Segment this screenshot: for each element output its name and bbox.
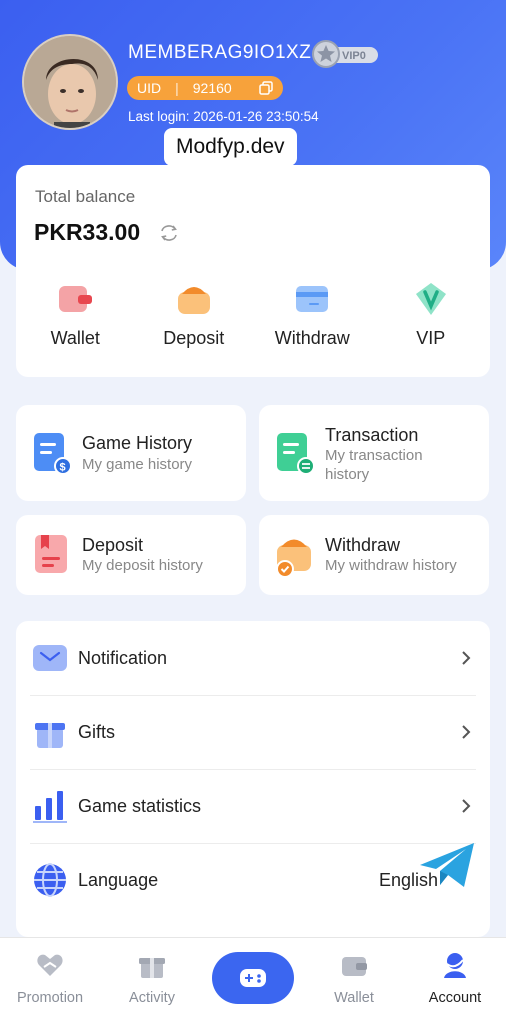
withdraw-history-tile[interactable]: Withdraw My withdraw history: [259, 515, 489, 595]
withdraw-icon: [296, 286, 329, 312]
quick-deposit-button[interactable]: Deposit: [139, 280, 249, 360]
quick-wallet-label: Wallet: [50, 328, 100, 348]
transaction-subtitle-line1: My transaction: [325, 447, 423, 464]
telegram-icon[interactable]: [418, 841, 478, 891]
tab-account[interactable]: Account: [405, 950, 505, 1006]
transaction-tile[interactable]: Transaction My transaction history: [259, 405, 489, 501]
chevron-right-icon: [462, 651, 471, 665]
quick-actions: Wallet Deposit Withdraw VIP: [16, 280, 490, 360]
tab-wallet-label: Wallet: [334, 990, 374, 1006]
uid-pill: UID | 92160: [127, 76, 283, 100]
chevron-right-icon: [462, 799, 471, 813]
tab-wallet[interactable]: Wallet: [304, 950, 404, 1006]
vip-level-badge: VIP0: [312, 40, 380, 68]
notification-label: Notification: [78, 647, 168, 668]
account-icon: [444, 953, 466, 978]
quick-withdraw-button[interactable]: Withdraw: [257, 280, 367, 360]
game-statistics-row[interactable]: Game statistics: [16, 769, 490, 843]
balance-label: Total balance: [35, 187, 136, 206]
wallet-icon: [59, 286, 93, 312]
tab-account-label: Account: [428, 990, 482, 1006]
game-history-tile[interactable]: $ Game History My game history: [16, 405, 246, 501]
quick-withdraw-label: Withdraw: [274, 328, 350, 348]
deposit-icon: [177, 287, 210, 314]
games-center-button[interactable]: [212, 952, 294, 1004]
bottom-tab-bar: Promotion Activity Wallet Account: [0, 937, 506, 1024]
tab-promotion[interactable]: Promotion: [0, 950, 100, 1006]
gifts-label: Gifts: [78, 721, 116, 742]
balance-card: Total balance PKR33.00 Wallet Deposit Wi…: [16, 165, 490, 377]
game-history-title: Game History: [82, 433, 193, 453]
game-history-icon: $: [32, 431, 72, 475]
svg-text:$: $: [60, 462, 66, 474]
withdraw-history-subtitle: My withdraw history: [325, 557, 457, 574]
gift-icon: [139, 958, 165, 978]
deposit-history-tile[interactable]: Deposit My deposit history: [16, 515, 246, 595]
gamepad-icon: [240, 969, 266, 987]
vip-icon: [415, 283, 446, 315]
avatar[interactable]: [22, 34, 118, 130]
deposit-history-title: Deposit: [82, 535, 144, 555]
settings-list: Notification Gifts Game statistics Langu…: [16, 621, 490, 937]
username: MEMBERAG9IO1XZ: [128, 42, 312, 63]
withdraw-history-title: Withdraw: [325, 535, 401, 555]
wallet-icon: [342, 957, 367, 976]
chevron-right-icon: [462, 725, 471, 739]
deposit-history-icon: [32, 533, 72, 577]
notification-row[interactable]: Notification: [16, 621, 490, 695]
quick-deposit-label: Deposit: [163, 328, 225, 348]
globe-icon: [34, 863, 66, 897]
quick-vip-label: VIP: [416, 328, 446, 348]
transaction-title: Transaction: [325, 425, 419, 445]
language-label: Language: [78, 869, 159, 890]
deposit-history-subtitle: My deposit history: [82, 557, 203, 574]
transaction-icon: [275, 431, 315, 475]
vip-level-text: VIP0: [342, 50, 366, 62]
last-login-text: Last login: 2026-01-26 23:50:54: [128, 109, 319, 124]
uid-value: 92160: [192, 80, 232, 96]
balance-value: PKR33.00: [34, 219, 141, 245]
gift-icon: [35, 723, 65, 748]
tab-activity-label: Activity: [129, 990, 175, 1006]
copy-icon[interactable]: [259, 81, 273, 95]
gifts-row[interactable]: Gifts: [16, 695, 490, 769]
tab-activity[interactable]: Activity: [102, 950, 202, 1006]
heart-hand-icon: [37, 954, 63, 976]
game-statistics-label: Game statistics: [78, 795, 202, 816]
transaction-subtitle-line2: history: [325, 466, 370, 483]
uid-separator: |: [175, 80, 179, 96]
uid-label: UID: [137, 80, 162, 96]
quick-vip-button[interactable]: VIP: [376, 280, 486, 360]
tab-promotion-label: Promotion: [16, 990, 84, 1006]
quick-wallet-button[interactable]: Wallet: [20, 280, 130, 360]
refresh-icon[interactable]: [158, 223, 180, 243]
watermark: Modfyp.dev: [164, 128, 297, 166]
game-history-subtitle: My game history: [82, 456, 193, 473]
bar-chart-icon: [33, 791, 67, 823]
withdraw-history-icon: [275, 533, 315, 578]
notification-icon: [33, 645, 67, 671]
